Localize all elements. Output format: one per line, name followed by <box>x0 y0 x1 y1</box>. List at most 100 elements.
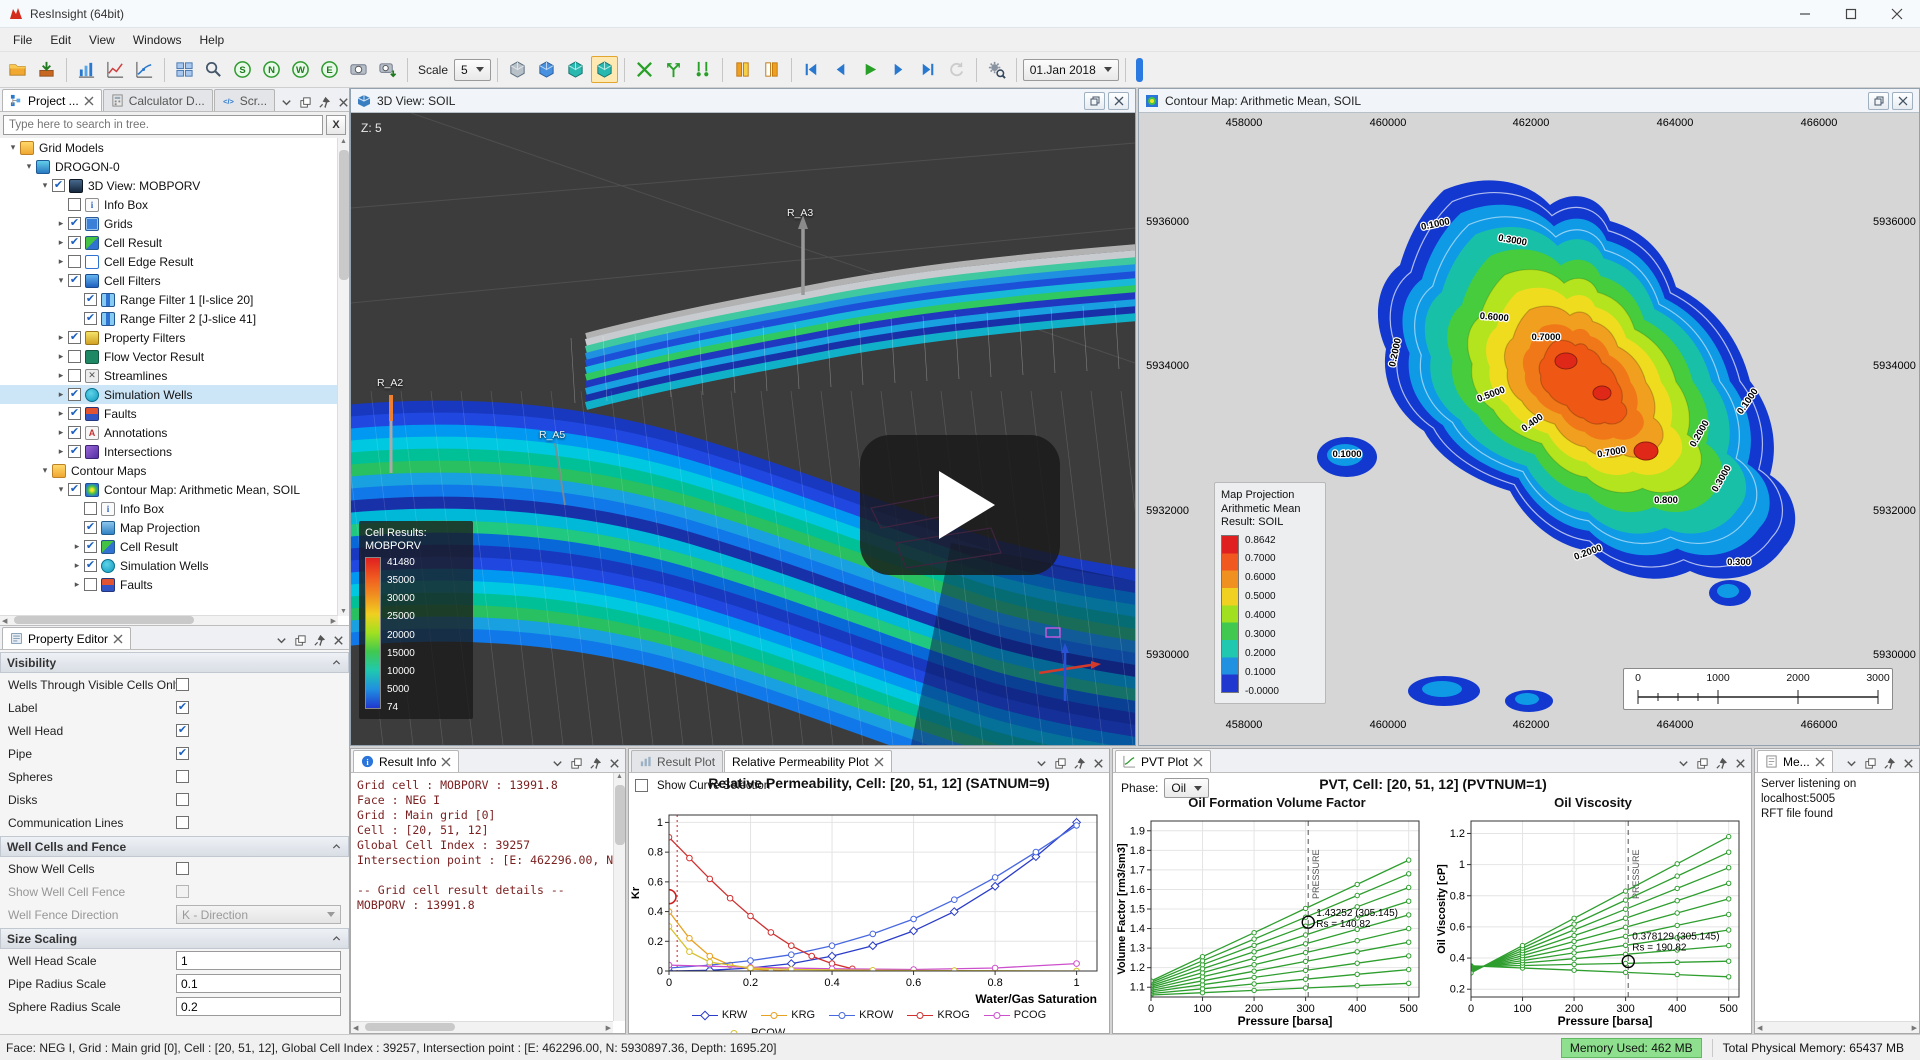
timestep-dropdown[interactable]: 01.Jan 2018 <box>1023 59 1119 81</box>
tree-search-input[interactable] <box>3 115 323 135</box>
contour-map-view[interactable]: 0.10000.30000.60000.70000.20000.10000.50… <box>1139 113 1919 745</box>
close-icon[interactable] <box>874 757 884 767</box>
wells-through-visible-cells-only-checkbox[interactable] <box>176 678 189 691</box>
expander-icon[interactable]: ▸ <box>54 332 68 343</box>
pipe-checkbox[interactable] <box>176 747 189 760</box>
expander-icon[interactable]: ▸ <box>54 237 68 248</box>
vertical-scrollbar[interactable]: ▲ <box>613 773 625 1021</box>
menu-view[interactable]: View <box>80 30 124 50</box>
tree-checkbox[interactable] <box>68 217 81 230</box>
pipe-radius-scale-input[interactable] <box>176 974 341 993</box>
menu-edit[interactable]: Edit <box>41 30 80 50</box>
pin-icon[interactable] <box>310 631 328 649</box>
close-icon[interactable] <box>113 634 123 644</box>
chevron-down-icon[interactable] <box>277 93 295 111</box>
legend-item-krow[interactable]: KROW <box>829 1009 893 1021</box>
expander-icon[interactable]: ▸ <box>70 541 84 552</box>
animation-repeat-button[interactable] <box>943 56 970 83</box>
expander-icon[interactable]: ▸ <box>70 560 84 571</box>
snapshot-view-button[interactable] <box>345 56 372 83</box>
maximize-button[interactable] <box>1828 0 1874 28</box>
close-icon[interactable] <box>1108 92 1129 110</box>
tree-item-contour-map-arithmetic-mean-soil[interactable]: ▾ Contour Map: Arithmetic Mean, SOIL <box>0 480 349 499</box>
sphere-radius-scale-input[interactable] <box>176 997 341 1016</box>
show-well-connections-button[interactable] <box>689 56 716 83</box>
tree-item-cell-result[interactable]: ▸ Cell Result <box>0 537 349 556</box>
well-head-scale-input[interactable] <box>176 951 341 970</box>
expander-icon[interactable]: ▸ <box>54 218 68 229</box>
expander-icon[interactable]: ▾ <box>6 142 20 153</box>
chevron-down-icon[interactable] <box>1674 754 1692 772</box>
view-from-south-button[interactable]: S <box>229 56 256 83</box>
tree-item-range-filter-2-j-slice-41[interactable]: Range Filter 2 [J-slice 41] <box>0 309 349 328</box>
tree-item-simulation-wells[interactable]: ▸ Simulation Wells <box>0 385 349 404</box>
tile-windows-button[interactable] <box>171 56 198 83</box>
show-curve-selection-checkbox[interactable] <box>635 779 648 792</box>
open-project-button[interactable] <box>4 56 31 83</box>
horizontal-scrollbar[interactable]: ◀▶ <box>1755 1021 1919 1033</box>
video-play-button[interactable] <box>860 435 1060 575</box>
tree-item-streamlines[interactable]: ▸ ✕ Streamlines <box>0 366 349 385</box>
viscosity-chart[interactable]: PRESSURE01002003004005000.20.40.60.811.2… <box>1435 815 1749 1029</box>
menu-file[interactable]: File <box>4 30 41 50</box>
tab-relative-permeability-plot[interactable]: Relative Permeability Plot <box>724 750 892 772</box>
tree-checkbox[interactable] <box>84 540 97 553</box>
pin-icon[interactable] <box>586 754 604 772</box>
close-icon[interactable] <box>441 757 451 767</box>
animation-play-button[interactable] <box>856 56 883 83</box>
show-well-cells-checkbox[interactable] <box>176 862 189 875</box>
menu-windows[interactable]: Windows <box>124 30 191 50</box>
well-head-checkbox[interactable] <box>176 724 189 737</box>
legend-item-krg[interactable]: KRG <box>761 1009 815 1021</box>
animation-play-forward-button[interactable] <box>885 56 912 83</box>
pin-icon[interactable] <box>1712 754 1730 772</box>
legend-item-krog[interactable]: KROG <box>907 1009 969 1021</box>
close-icon[interactable] <box>1193 757 1203 767</box>
tree-item-cell-result[interactable]: ▸ Cell Result <box>0 233 349 252</box>
tree-item-contour-maps[interactable]: ▾ Contour Maps <box>0 461 349 480</box>
expander-icon[interactable]: ▾ <box>38 180 52 191</box>
import-cases-button[interactable] <box>33 56 60 83</box>
snapshot-all-views-button[interactable] <box>374 56 401 83</box>
legend-item-pcog[interactable]: PCOG <box>984 1009 1046 1021</box>
expander-icon[interactable]: ▸ <box>54 256 68 267</box>
expander-icon[interactable]: ▾ <box>22 161 36 172</box>
pin-icon[interactable] <box>1070 754 1088 772</box>
close-icon[interactable] <box>84 96 94 106</box>
scrollbar-thumb[interactable] <box>339 150 349 280</box>
expander-icon[interactable]: ▾ <box>54 275 68 286</box>
tab-messages[interactable]: Me... <box>1757 750 1833 772</box>
new-3d-view-window-button[interactable] <box>73 56 100 83</box>
animation-skip-to-start-button[interactable] <box>798 56 825 83</box>
new-summary-plot-button[interactable] <box>131 56 158 83</box>
expander-icon[interactable]: ▸ <box>70 579 84 590</box>
tree-checkbox[interactable] <box>68 388 81 401</box>
tree-item-annotations[interactable]: ▸ A Annotations <box>0 423 349 442</box>
close-icon[interactable] <box>1899 754 1917 772</box>
tree-item-intersections[interactable]: ▸ Intersections <box>0 442 349 461</box>
tab-pvt-plot[interactable]: PVT Plot <box>1115 750 1211 772</box>
draw-style-surface-mesh-button[interactable] <box>533 56 560 83</box>
menu-help[interactable]: Help <box>191 30 234 50</box>
restore-icon[interactable] <box>1868 92 1889 110</box>
close-icon[interactable] <box>1731 754 1749 772</box>
tree-item-info-box[interactable]: i Info Box <box>0 499 349 518</box>
tree-item-faults[interactable]: ▸ Faults <box>0 404 349 423</box>
animation-step-back-button[interactable] <box>827 56 854 83</box>
section-well-cells-and-fence[interactable]: Well Cells and Fence <box>0 836 349 857</box>
tree-item-grid-models[interactable]: ▾ Grid Models <box>0 138 349 157</box>
float-icon[interactable] <box>1051 754 1069 772</box>
float-icon[interactable] <box>1861 754 1879 772</box>
animation-settings-button[interactable] <box>983 56 1010 83</box>
tree-checkbox[interactable] <box>68 331 81 344</box>
hide-grid-cells-button[interactable] <box>631 56 658 83</box>
new-plot-main-window-button[interactable] <box>102 56 129 83</box>
chevron-down-icon[interactable] <box>1032 754 1050 772</box>
tree-checkbox[interactable] <box>68 236 81 249</box>
tree-checkbox[interactable] <box>84 502 97 515</box>
tree-checkbox[interactable] <box>52 179 65 192</box>
expander-icon[interactable]: ▸ <box>54 389 68 400</box>
tree-item-cell-filters[interactable]: ▾ Cell Filters <box>0 271 349 290</box>
tab-result-plot[interactable]: Result Plot <box>631 750 723 772</box>
expander-icon[interactable]: ▾ <box>54 484 68 495</box>
